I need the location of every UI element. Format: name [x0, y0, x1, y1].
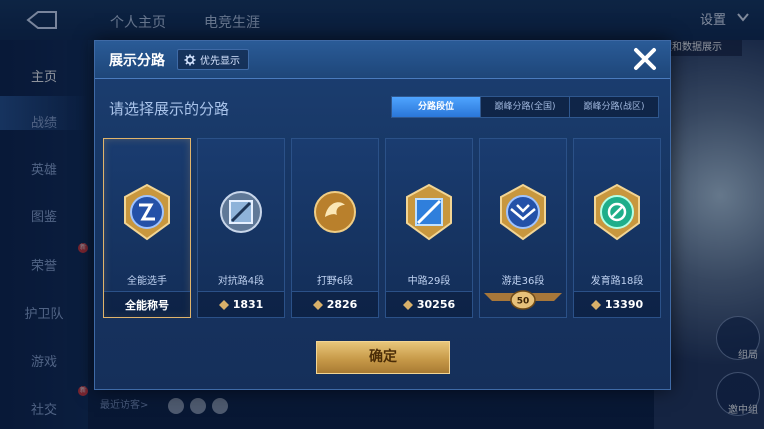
lane-display-dialog: 展示分路 优先显示 请选择展示的分路 分路段位 巅峰分路(全国) 巅峰分路(战区… [94, 40, 671, 390]
lane-card-mid[interactable]: 中路29段 30256 [385, 138, 473, 318]
rank-points-icon [218, 299, 229, 310]
dialog-title: 展示分路 [109, 53, 165, 69]
lane-card-farm[interactable]: 发育路18段 13390 [573, 138, 661, 318]
lane-card-label: 中路29段 [407, 276, 451, 287]
lane-card-roam[interactable]: 游走36段 50 [479, 138, 567, 318]
confirm-button[interactable]: 确定 [316, 341, 450, 374]
dialog-header: 展示分路 优先显示 [95, 41, 670, 79]
lane-card-footer: 全能称号 [104, 291, 190, 317]
clash-lane-badge-icon [220, 191, 262, 233]
lane-card-value: 30256 [416, 298, 456, 311]
lane-card-label: 发育路18段 [590, 276, 644, 287]
lane-card-value: 1831 [232, 298, 264, 311]
all-round-badge-icon [124, 183, 170, 241]
tab-peak-lane-national[interactable]: 巅峰分路(全国) [480, 97, 569, 117]
tab-lane-rank[interactable]: 分路段位 [392, 97, 480, 117]
lane-card-footer: 30256 [386, 291, 472, 317]
lane-card-footer: 13390 [574, 291, 660, 317]
lane-card-label: 打野6段 [316, 276, 354, 287]
lane-type-segmented-control: 分路段位 巅峰分路(全国) 巅峰分路(战区) [391, 96, 659, 118]
lane-card-label: 对抗路4段 [217, 276, 265, 287]
roam-badge-icon [500, 183, 546, 241]
streak-count: 50 [517, 297, 530, 307]
rank-points-icon [590, 299, 601, 310]
rank-points-icon [312, 299, 323, 310]
close-icon[interactable] [629, 43, 661, 75]
lane-card-jungle[interactable]: 打野6段 2826 [291, 138, 379, 318]
jungle-badge-icon [314, 191, 356, 233]
lane-card-footer: 2826 [292, 291, 378, 317]
lane-card-value: 全能称号 [125, 298, 169, 312]
lane-card-label: 全能选手 [127, 276, 167, 287]
priority-display-button[interactable]: 优先显示 [177, 49, 249, 70]
lane-card-all-round[interactable]: 全能选手 全能称号 [103, 138, 191, 318]
dialog-subtitle: 请选择展示的分路 [109, 100, 230, 118]
lane-card-footer: 1831 [198, 291, 284, 317]
lane-card-value: 2826 [326, 298, 358, 311]
lane-card-value: 13390 [604, 298, 644, 311]
mid-lane-badge-icon [406, 183, 452, 241]
farm-lane-badge-icon [594, 183, 640, 241]
lane-card-list: 全能选手 全能称号 对抗路4段 1831 打野6段 2826 中路29段 302… [103, 138, 663, 320]
lane-card-label: 游走36段 [501, 276, 545, 287]
tab-peak-lane-region[interactable]: 巅峰分路(战区) [569, 97, 658, 117]
rank-points-icon [402, 299, 413, 310]
priority-display-label: 优先显示 [200, 56, 240, 67]
lane-card-clash[interactable]: 对抗路4段 1831 [197, 138, 285, 318]
roam-streak-emblem: 50 [484, 290, 562, 310]
gear-icon [184, 54, 196, 65]
